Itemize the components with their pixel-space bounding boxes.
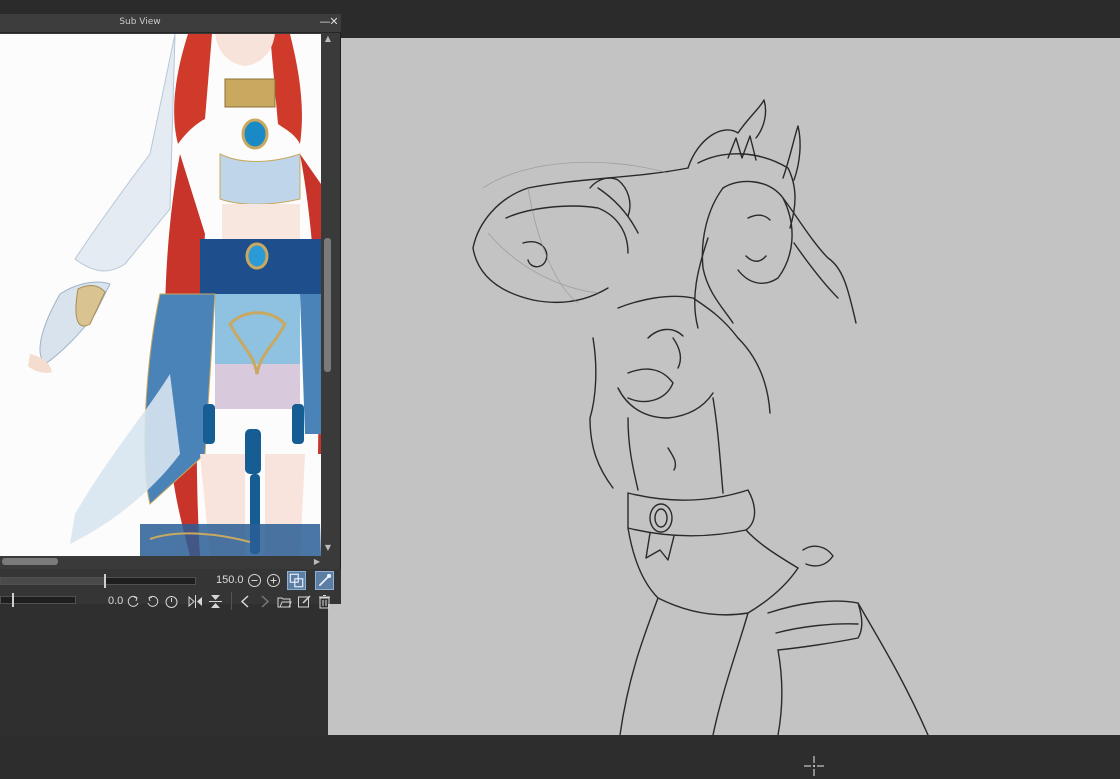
zoom-out-icon[interactable] (247, 573, 262, 588)
reference-image[interactable] (0, 34, 321, 556)
horizontal-scrollbar[interactable]: ▶ (0, 556, 322, 568)
rotate-left-icon[interactable] (126, 594, 141, 609)
reference-illustration (28, 34, 321, 556)
zoom-in-icon[interactable] (266, 573, 281, 588)
previous-image-icon[interactable] (238, 594, 253, 609)
flip-vertical-icon[interactable] (208, 594, 223, 609)
close-button[interactable]: ✕ (328, 15, 340, 28)
rotation-slider-knob[interactable] (12, 593, 14, 607)
drawing-canvas[interactable] (328, 38, 1120, 735)
crosshair-cursor-icon (804, 756, 824, 776)
import-image-icon[interactable] (277, 594, 292, 609)
zoom-value: 150.0 (216, 574, 244, 586)
next-image-icon[interactable] (257, 594, 272, 609)
scroll-up-arrow-icon[interactable]: ▲ (322, 34, 334, 44)
trash-icon[interactable] (317, 594, 332, 609)
eyedropper-icon[interactable] (315, 571, 334, 590)
scroll-right-arrow-icon[interactable]: ▶ (312, 556, 322, 568)
sub-view-palette[interactable]: Sub View — ✕ ▲ ▼ ▶ 150.0 0.0 (0, 14, 341, 610)
zoom-slider-knob[interactable] (104, 574, 106, 588)
rotation-value: 0.0 (108, 595, 124, 607)
scroll-down-arrow-icon[interactable]: ▼ (322, 543, 334, 553)
horizontal-scroll-thumb[interactable] (2, 558, 58, 565)
fit-to-view-icon[interactable] (287, 571, 306, 590)
vertical-scroll-thumb[interactable] (324, 238, 331, 372)
flip-horizontal-icon[interactable] (188, 594, 203, 609)
zoom-slider[interactable] (0, 577, 196, 585)
sub-view-controls: 150.0 0.0 (0, 569, 341, 610)
edit-icon[interactable] (297, 594, 312, 609)
reset-rotation-icon[interactable] (164, 594, 179, 609)
sketch-artwork (472, 99, 929, 735)
toolbar-divider (231, 592, 232, 610)
vertical-scrollbar[interactable]: ▲ ▼ (322, 34, 334, 555)
sub-view-title: Sub View (119, 17, 161, 27)
rotate-right-icon[interactable] (145, 594, 160, 609)
sub-view-title-bar[interactable]: Sub View — ✕ (0, 14, 341, 33)
status-area (0, 735, 1120, 779)
